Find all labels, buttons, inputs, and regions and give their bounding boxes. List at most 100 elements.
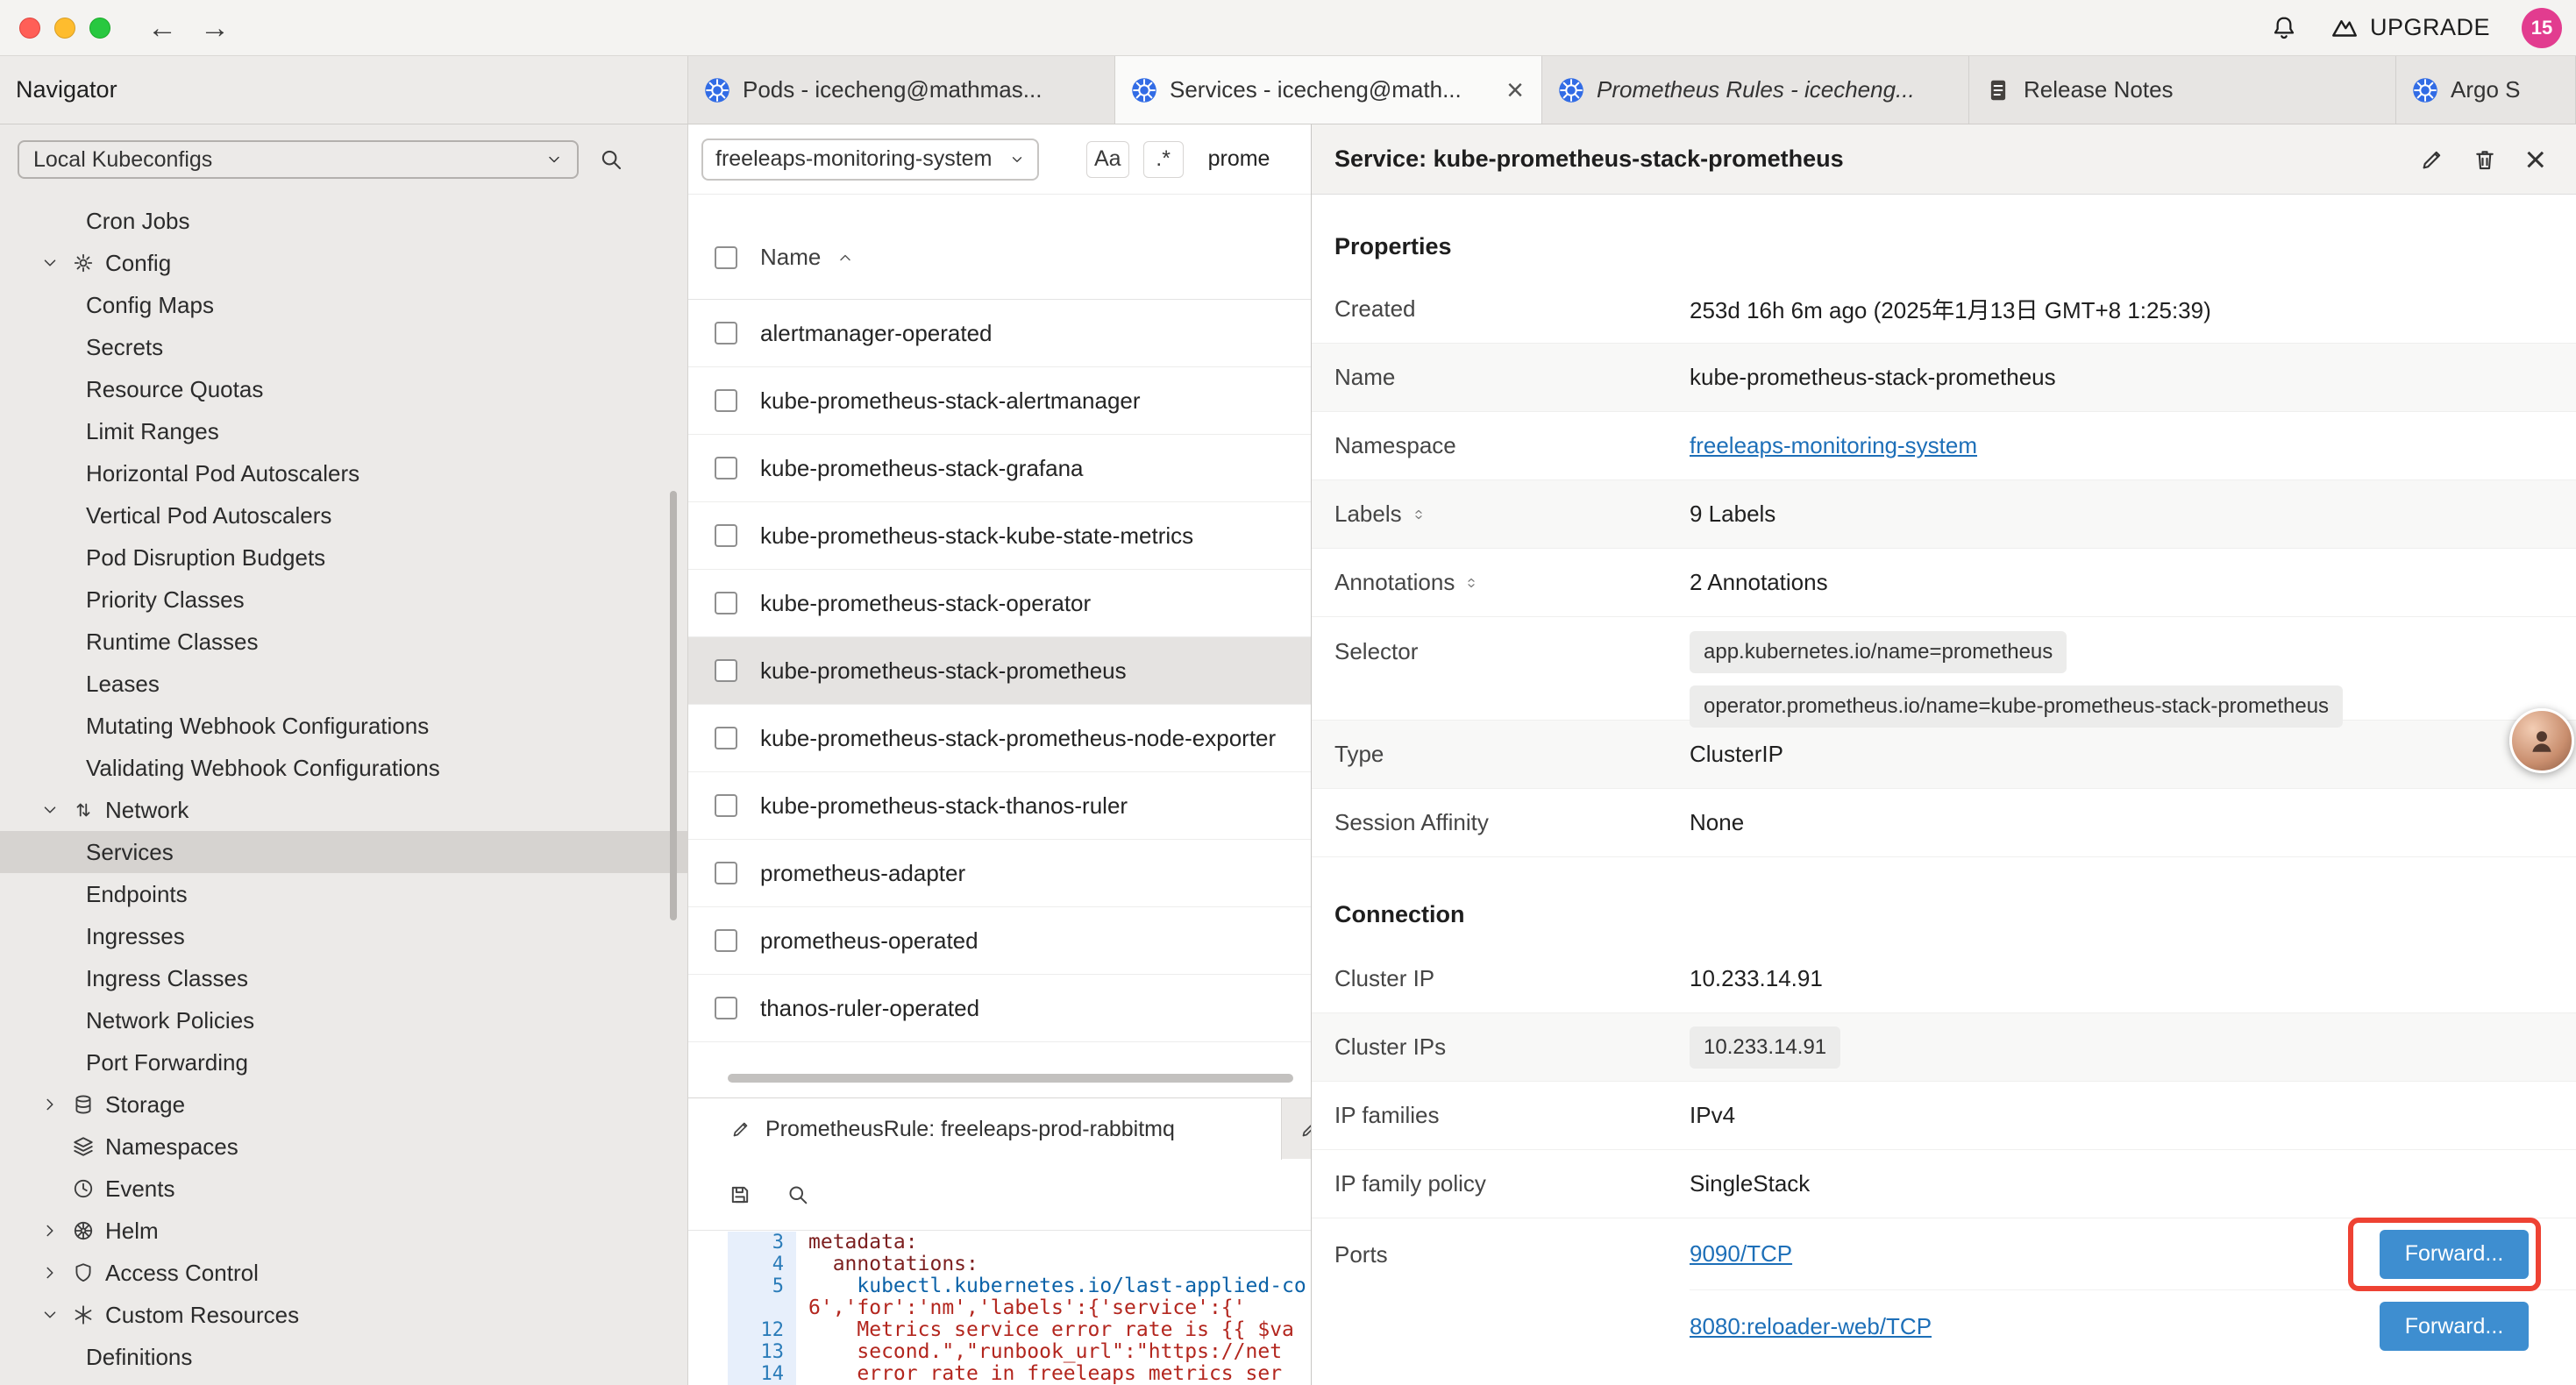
property-value: 10.233.14.91	[1690, 965, 1823, 992]
tab-argo[interactable]: Argo S	[2396, 56, 2576, 124]
notifications-bell-icon[interactable]	[2270, 14, 2298, 42]
horizontal-scrollbar[interactable]	[728, 1074, 1293, 1083]
code-text: error rate in freeleaps metrics ser	[796, 1363, 1282, 1385]
sidebar-item-resource-quotas[interactable]: Resource Quotas	[0, 368, 687, 410]
property-row-labels: Labels 9 Labels	[1312, 480, 2576, 549]
back-button[interactable]: ←	[147, 13, 177, 43]
chevron-down-icon	[39, 253, 61, 273]
tab-prometheus-rules[interactable]: Prometheus Rules - icecheng...	[1542, 56, 1969, 124]
sidebar-item-label: Limit Ranges	[86, 418, 219, 445]
line-number: 14	[728, 1363, 796, 1385]
sidebar-item-runtime-classes[interactable]: Runtime Classes	[0, 621, 687, 663]
sidebar-item-label: Access Control	[105, 1260, 259, 1287]
row-checkbox[interactable]	[715, 862, 737, 884]
row-checkbox[interactable]	[715, 794, 737, 817]
sidebar-item-leases[interactable]: Leases	[0, 663, 687, 705]
close-drawer-icon[interactable]: ×	[2524, 141, 2546, 178]
close-window-button[interactable]	[19, 18, 40, 39]
labels-count[interactable]: 9 Labels	[1690, 501, 1775, 528]
tab-services[interactable]: Services - icecheng@math... ×	[1115, 56, 1542, 124]
edit-icon[interactable]	[2419, 146, 2445, 173]
expand-collapse-icon[interactable]	[1411, 507, 1427, 522]
delete-icon[interactable]	[2472, 146, 2498, 173]
kubeconfig-select-value: Local Kubeconfigs	[33, 147, 212, 173]
sidebar-item-priority-classes[interactable]: Priority Classes	[0, 579, 687, 621]
chevron-right-icon	[39, 1221, 61, 1240]
row-checkbox[interactable]	[715, 659, 737, 682]
sort-ascending-icon[interactable]	[836, 249, 854, 266]
port-link-8080[interactable]: 8080:reloader-web/TCP	[1690, 1313, 1932, 1340]
sidebar-item-config[interactable]: Config	[0, 242, 687, 284]
property-value: SingleStack	[1690, 1170, 1810, 1197]
row-checkbox[interactable]	[715, 524, 737, 547]
property-label: IP families	[1334, 1102, 1690, 1129]
forward-port-button[interactable]: Forward...	[2380, 1230, 2529, 1279]
name-column-header[interactable]: Name	[760, 244, 821, 271]
sidebar-item-custom-resources[interactable]: Custom Resources	[0, 1294, 687, 1336]
notification-count-badge[interactable]: 15	[2522, 8, 2562, 48]
dock-tab-prometheusrule[interactable]: PrometheusRule: freeleaps-prod-rabbitmq	[688, 1098, 1282, 1160]
sidebar-item-validating-webhook-configurations[interactable]: Validating Webhook Configurations	[0, 747, 687, 789]
row-checkbox[interactable]	[715, 457, 737, 479]
namespace-filter-select[interactable]: freeleaps-monitoring-system	[701, 138, 1039, 181]
annotations-count[interactable]: 2 Annotations	[1690, 569, 1828, 596]
presence-avatar[interactable]	[2509, 708, 2574, 773]
search-icon[interactable]	[598, 146, 624, 173]
sidebar-item-access-control[interactable]: Access Control	[0, 1252, 687, 1294]
property-row-name: Name kube-prometheus-stack-prometheus	[1312, 344, 2576, 412]
namespace-link[interactable]: freeleaps-monitoring-system	[1690, 432, 1977, 459]
sidebar-item-endpoints[interactable]: Endpoints	[0, 873, 687, 915]
upgrade-button[interactable]: UPGRADE	[2330, 13, 2490, 43]
sidebar-item-ingress-classes[interactable]: Ingress Classes	[0, 957, 687, 999]
tab-pods[interactable]: Pods - icecheng@mathmas...	[688, 56, 1115, 124]
sidebar-item-namespaces[interactable]: Namespaces	[0, 1126, 687, 1168]
forward-button[interactable]: →	[200, 13, 230, 43]
sidebar-item-network[interactable]: Network	[0, 789, 687, 831]
sidebar-item-mutating-webhook-configurations[interactable]: Mutating Webhook Configurations	[0, 705, 687, 747]
regex-toggle-button[interactable]: .*	[1143, 141, 1184, 178]
line-number: 4	[728, 1254, 796, 1275]
close-tab-icon[interactable]: ×	[1505, 75, 1526, 105]
row-checkbox[interactable]	[715, 322, 737, 344]
forward-port-button[interactable]: Forward...	[2380, 1302, 2529, 1351]
release-notes-icon	[1985, 77, 2011, 103]
sidebar-item-vertical-pod-autoscalers[interactable]: Vertical Pod Autoscalers	[0, 494, 687, 536]
port-link-9090[interactable]: 9090/TCP	[1690, 1240, 1792, 1268]
sidebar-item-label: Runtime Classes	[86, 629, 259, 656]
sidebar-scrollbar[interactable]	[670, 491, 677, 920]
sidebar-item-storage[interactable]: Storage	[0, 1083, 687, 1126]
chevron-down-icon	[39, 1305, 61, 1325]
sidebar-item-limit-ranges[interactable]: Limit Ranges	[0, 410, 687, 452]
sidebar-item-definitions[interactable]: Definitions	[0, 1336, 687, 1378]
sidebar-item-helm[interactable]: Helm	[0, 1210, 687, 1252]
row-checkbox[interactable]	[715, 389, 737, 412]
connection-row-ports: Ports 9090/TCP Forward... 8080:reloader-…	[1312, 1218, 2576, 1362]
pencil-icon	[730, 1119, 751, 1140]
search-icon[interactable]	[786, 1183, 810, 1207]
tab-release-notes[interactable]: Release Notes	[1969, 56, 2396, 124]
sidebar-item-ingresses[interactable]: Ingresses	[0, 915, 687, 957]
service-name: thanos-ruler-operated	[760, 995, 979, 1022]
sidebar-item-horizontal-pod-autoscalers[interactable]: Horizontal Pod Autoscalers	[0, 452, 687, 494]
maximize-window-button[interactable]	[89, 18, 110, 39]
sidebar-item-events[interactable]: Events	[0, 1168, 687, 1210]
select-all-checkbox[interactable]	[715, 246, 737, 269]
sidebar-item-network-policies[interactable]: Network Policies	[0, 999, 687, 1041]
sidebar-item-port-forwarding[interactable]: Port Forwarding	[0, 1041, 687, 1083]
sidebar-item-cron-jobs[interactable]: Cron Jobs	[0, 200, 687, 242]
save-icon[interactable]	[728, 1183, 752, 1207]
row-checkbox[interactable]	[715, 727, 737, 749]
match-case-button[interactable]: Aa	[1086, 141, 1129, 178]
row-checkbox[interactable]	[715, 997, 737, 1019]
expand-collapse-icon[interactable]	[1463, 575, 1479, 591]
row-checkbox[interactable]	[715, 592, 737, 614]
sidebar-item-secrets[interactable]: Secrets	[0, 326, 687, 368]
sidebar-item-config-maps[interactable]: Config Maps	[0, 284, 687, 326]
navigator-header: Navigator	[0, 56, 688, 124]
row-checkbox[interactable]	[715, 929, 737, 952]
connection-row-cluster-ips: Cluster IPs 10.233.14.91	[1312, 1013, 2576, 1082]
minimize-window-button[interactable]	[54, 18, 75, 39]
kubeconfig-select[interactable]: Local Kubeconfigs	[18, 140, 579, 179]
sidebar-item-pod-disruption-budgets[interactable]: Pod Disruption Budgets	[0, 536, 687, 579]
sidebar-item-services[interactable]: Services	[0, 831, 687, 873]
